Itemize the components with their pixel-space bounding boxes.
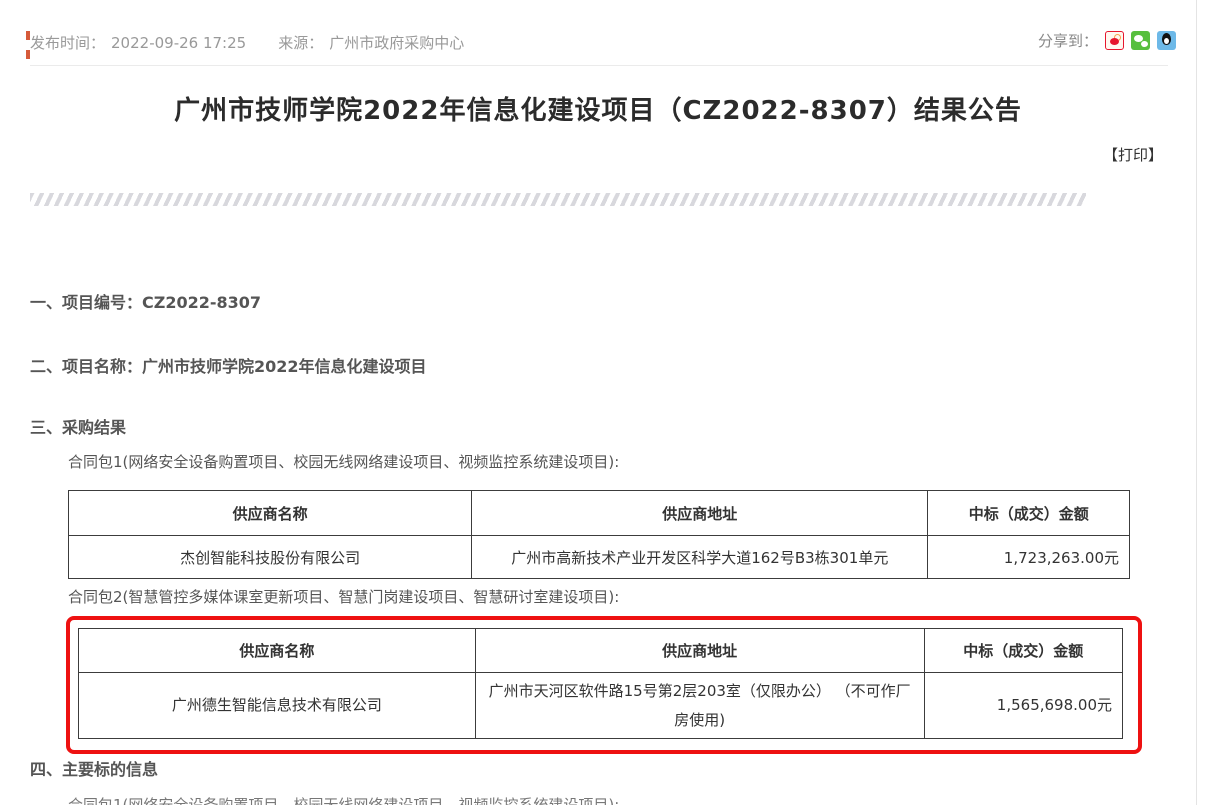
header-award-amount: 中标（成交）金额	[928, 491, 1130, 536]
source-value: 广州市政府采购中心	[329, 34, 464, 52]
table-header-row: 供应商名称 供应商地址 中标（成交）金额	[79, 629, 1123, 673]
table-row: 杰创智能科技股份有限公司 广州市高新技术产业开发区科学大道162号B3栋301单…	[69, 536, 1130, 579]
table-row: 广州德生智能信息技术有限公司 广州市天河区软件路15号第2层203室（仅限办公）…	[79, 673, 1123, 739]
supplier-name-cell: 广州德生智能信息技术有限公司	[79, 673, 476, 739]
header-supplier-address: 供应商地址	[472, 491, 928, 536]
header-award-amount: 中标（成交）金额	[924, 629, 1122, 673]
hatched-divider	[30, 193, 1086, 206]
package1-label: 合同包1(网络安全设备购置项目、校园无线网络建设项目、视频监控系统建设项目):	[68, 451, 619, 472]
supplier-name-cell: 杰创智能科技股份有限公司	[69, 536, 472, 579]
header-supplier-name: 供应商名称	[69, 491, 472, 536]
award-amount-cell: 1,723,263.00元	[928, 536, 1130, 579]
weibo-icon[interactable]	[1105, 31, 1124, 50]
section-main-subject-info: 四、主要标的信息	[30, 756, 158, 780]
section-project-name: 二、项目名称：广州市技师学院2022年信息化建设项目	[30, 353, 427, 377]
source-label: 来源：	[278, 34, 323, 52]
award-amount-cell: 1,565,698.00元	[924, 673, 1122, 739]
print-button[interactable]: 【打印】	[1103, 144, 1163, 165]
meta-bar: 发布时间： 2022-09-26 17:25 来源： 广州市政府采购中心	[30, 32, 1170, 53]
announcement-page: 发布时间： 2022-09-26 17:25 来源： 广州市政府采购中心 分享到： 广…	[0, 0, 1218, 805]
supplier-address-cell: 广州市高新技术产业开发区科学大道162号B3栋301单元	[472, 536, 928, 579]
content-right-divider	[1196, 0, 1197, 805]
wechat-icon[interactable]	[1131, 31, 1150, 50]
supplier-address-cell: 广州市天河区软件路15号第2层203室（仅限办公） （不可作厂房使用)	[475, 673, 924, 739]
package2-label: 合同包2(智慧管控多媒体课室更新项目、智慧门岗建设项目、智慧研讨室建设项目):	[68, 586, 619, 607]
meta-divider	[30, 65, 1168, 66]
page-title: 广州市技师学院2022年信息化建设项目（CZ2022-8307）结果公告	[0, 90, 1196, 127]
header-supplier-address: 供应商地址	[475, 629, 924, 673]
publish-time-label: 发布时间：	[30, 34, 105, 52]
qq-icon[interactable]	[1157, 31, 1176, 50]
section-project-number: 一、项目编号：CZ2022-8307	[30, 289, 261, 313]
table-header-row: 供应商名称 供应商地址 中标（成交）金额	[69, 491, 1130, 536]
clipped-bottom-text: 合同包1(网络安全设备购置项目、校园无线网络建设项目、视频监控系统建设项目):	[68, 794, 619, 805]
header-supplier-name: 供应商名称	[79, 629, 476, 673]
share-label: 分享到：	[1038, 30, 1098, 51]
share-bar: 分享到：	[1038, 30, 1176, 51]
package1-table: 供应商名称 供应商地址 中标（成交）金额 杰创智能科技股份有限公司 广州市高新技…	[68, 490, 1130, 579]
section-procurement-result: 三、采购结果	[30, 414, 126, 438]
publish-time-value: 2022-09-26 17:25	[111, 34, 246, 52]
package2-table: 供应商名称 供应商地址 中标（成交）金额 广州德生智能信息技术有限公司 广州市天…	[78, 628, 1123, 739]
